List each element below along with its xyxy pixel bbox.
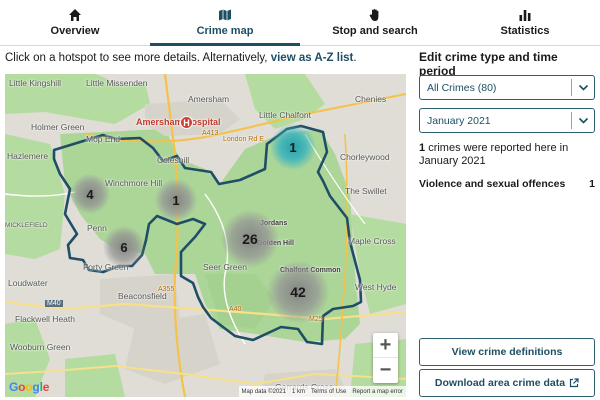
hotspot[interactable]: 1 bbox=[155, 179, 197, 221]
hotspot[interactable]: 1 bbox=[270, 124, 316, 170]
crime-type-select[interactable]: All Crimes (80) bbox=[419, 75, 595, 100]
place-label: Mop End bbox=[86, 134, 121, 144]
place-label: Wooburn Green bbox=[10, 342, 71, 352]
tab-label: Overview bbox=[50, 25, 100, 37]
hospital-icon: H bbox=[180, 116, 193, 129]
road-label: A40 bbox=[229, 306, 242, 313]
place-label: Chenies bbox=[355, 94, 387, 104]
intro-suffix: . bbox=[353, 52, 357, 64]
road-label: London Rd E bbox=[223, 136, 264, 143]
external-link-icon bbox=[569, 378, 579, 388]
tab-label: Stop and search bbox=[332, 25, 418, 37]
panel-title: Edit crime type and time period bbox=[419, 50, 558, 78]
place-label: Little Chalfont bbox=[259, 110, 311, 120]
tab-overview[interactable]: Overview bbox=[0, 0, 150, 45]
bar-chart-icon bbox=[519, 10, 531, 21]
hotspot[interactable]: 26 bbox=[221, 210, 279, 268]
place-label: Coleshill bbox=[157, 155, 190, 165]
place-label: Amersham bbox=[188, 94, 230, 104]
map-attribution: Map data ©2021 1 km Terms of Use Report … bbox=[238, 386, 406, 397]
google-logo: Google bbox=[9, 380, 50, 394]
crime-type-value: All Crimes (80) bbox=[427, 82, 497, 94]
place-label: Hazlemere bbox=[7, 151, 49, 161]
zoom-in-button[interactable]: + bbox=[373, 333, 398, 358]
place-label: MICKLEFIELD bbox=[5, 222, 48, 229]
tab-label: Statistics bbox=[500, 25, 550, 37]
map-icon bbox=[219, 9, 231, 21]
road-label: A413 bbox=[202, 130, 219, 137]
hospital-label: Amersham Hospital bbox=[136, 117, 221, 127]
place-label: Holmer Green bbox=[31, 122, 85, 132]
result-count: 1 bbox=[419, 142, 426, 154]
button-label: View crime definitions bbox=[451, 346, 563, 358]
tab-bar: Overview Crime map Stop and search Stati… bbox=[0, 0, 600, 46]
hotspot[interactable]: 6 bbox=[103, 226, 145, 268]
filter-panel: Edit crime type and time period All Crim… bbox=[419, 50, 595, 397]
place-label: Penn bbox=[87, 223, 107, 233]
place-label: Loudwater bbox=[8, 278, 48, 288]
tab-statistics[interactable]: Statistics bbox=[450, 0, 600, 45]
scale-label: 1 km bbox=[291, 388, 305, 395]
map-instructions: Click on a hotspot to see more details. … bbox=[5, 52, 357, 64]
crime-type-count: 1 bbox=[589, 178, 595, 190]
road-label: A355 bbox=[158, 286, 175, 293]
chevron-down-icon bbox=[578, 117, 589, 124]
hotspot[interactable]: 42 bbox=[267, 261, 329, 323]
time-period-select[interactable]: January 2021 bbox=[419, 108, 595, 133]
view-definitions-button[interactable]: View crime definitions bbox=[419, 338, 595, 366]
report-error-link[interactable]: Report a map error bbox=[352, 389, 403, 395]
place-label: Little Kingshill bbox=[9, 78, 61, 88]
place-label: The Swillet bbox=[345, 186, 387, 196]
download-data-button[interactable]: Download area crime data bbox=[419, 369, 595, 397]
tab-crime-map[interactable]: Crime map bbox=[150, 0, 300, 46]
crime-type-name: Violence and sexual offences bbox=[419, 178, 566, 190]
map-data-credit: Map data ©2021 bbox=[241, 388, 286, 395]
tab-label: Crime map bbox=[196, 25, 254, 37]
hotspot[interactable]: 4 bbox=[70, 174, 110, 214]
terms-link[interactable]: Terms of Use bbox=[311, 389, 346, 395]
place-label: Flackwell Heath bbox=[15, 314, 75, 324]
button-label: Download area crime data bbox=[434, 377, 566, 389]
home-icon bbox=[69, 9, 81, 21]
zoom-out-button[interactable]: − bbox=[373, 358, 398, 383]
place-label: West Hyde bbox=[355, 282, 397, 292]
intro-text: Click on a hotspot to see more details. … bbox=[5, 52, 268, 64]
zoom-controls: + − bbox=[373, 333, 398, 383]
place-label: Maple Cross bbox=[348, 236, 396, 246]
chevron-down-icon bbox=[578, 84, 589, 91]
place-label: Chorleywood bbox=[340, 152, 390, 162]
result-text: crimes were reported here in January 202… bbox=[419, 142, 569, 167]
place-label: Little Missenden bbox=[86, 78, 148, 88]
az-list-link[interactable]: view as A-Z list bbox=[271, 52, 354, 64]
crime-type-row: Violence and sexual offences 1 bbox=[419, 178, 595, 190]
crime-map[interactable]: Little Kingshill Little Missenden Amersh… bbox=[5, 74, 406, 397]
hand-icon bbox=[369, 9, 379, 21]
time-period-value: January 2021 bbox=[427, 115, 491, 127]
road-label: M40 bbox=[45, 300, 63, 307]
tab-stop-and-search[interactable]: Stop and search bbox=[300, 0, 450, 45]
place-label: Winchmore Hill bbox=[105, 178, 163, 188]
result-summary: 1 crimes were reported here in January 2… bbox=[419, 142, 595, 168]
